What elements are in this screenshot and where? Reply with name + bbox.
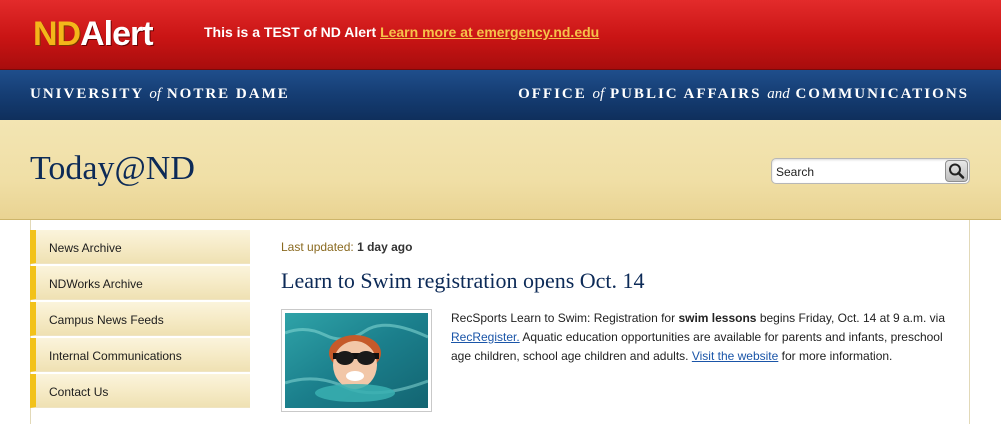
- alert-bar: NDAlert This is a TEST of ND Alert Learn…: [0, 0, 1001, 70]
- search-input[interactable]: [776, 163, 941, 181]
- sidebar-item-contact-us[interactable]: Contact Us: [30, 374, 250, 408]
- sidebar-nav: News Archive NDWorks Archive Campus News…: [30, 230, 250, 410]
- sidebar-item-ndworks-archive[interactable]: NDWorks Archive: [30, 266, 250, 300]
- swimmer-photo: [285, 313, 428, 408]
- wordmark-communications: COMMUNICATIONS: [795, 86, 969, 102]
- wordmark-public-affairs: PUBLIC AFFAIRS: [609, 86, 762, 102]
- site-header: Today@ND: [0, 120, 1001, 220]
- last-updated: Last updated: 1 day ago: [281, 240, 961, 254]
- sidebar-item-label: Campus News Feeds: [49, 313, 164, 327]
- recregister-link[interactable]: RecRegister.: [451, 330, 520, 344]
- sidebar-item-label: Internal Communications: [49, 349, 182, 363]
- magnifier-icon: [949, 163, 965, 179]
- ndalert-logo: NDAlert: [33, 14, 154, 54]
- wordmark-and: and: [767, 86, 790, 102]
- sidebar-item-news-archive[interactable]: News Archive: [30, 230, 250, 264]
- last-updated-value: 1 day ago: [357, 240, 413, 254]
- wordmark-office-of: of: [592, 86, 605, 102]
- sidebar-item-campus-news-feeds[interactable]: Campus News Feeds: [30, 302, 250, 336]
- site-title[interactable]: Today@ND: [30, 150, 195, 188]
- story-text-2: begins Friday, Oct. 14 at 9 a.m. via: [756, 311, 946, 325]
- university-wordmark[interactable]: UNIVERSITY of NOTRE DAME: [30, 86, 290, 103]
- alert-message-text: This is a TEST of ND Alert: [204, 24, 377, 40]
- story-body: RecSports Learn to Swim: Registration fo…: [451, 309, 951, 366]
- wordmark-of: of: [149, 86, 162, 102]
- story-text-1: RecSports Learn to Swim: Registration fo…: [451, 311, 679, 325]
- alert-learn-more-link[interactable]: Learn more at emergency.nd.edu: [380, 24, 599, 40]
- sidebar-item-label: News Archive: [49, 241, 122, 255]
- office-wordmark[interactable]: OFFICE of PUBLIC AFFAIRS and COMMUNICATI…: [518, 86, 969, 103]
- logo-alert-text: Alert: [80, 15, 153, 53]
- story-headline[interactable]: Learn to Swim registration opens Oct. 14: [281, 268, 961, 294]
- story-text-4: for more information.: [778, 349, 893, 363]
- search-box: [771, 158, 970, 184]
- logo-nd-text: ND: [33, 15, 81, 53]
- sidebar-item-label: NDWorks Archive: [49, 277, 143, 291]
- wordmark-notre-dame: NOTRE DAME: [166, 86, 290, 102]
- story-image[interactable]: [281, 309, 432, 412]
- story-text-bold: swim lessons: [678, 311, 757, 325]
- visit-website-link[interactable]: Visit the website: [692, 349, 779, 363]
- last-updated-label: Last updated:: [281, 240, 354, 254]
- alert-message: This is a TEST of ND Alert Learn more at…: [204, 24, 599, 40]
- identity-bar: UNIVERSITY of NOTRE DAME OFFICE of PUBLI…: [0, 70, 1001, 120]
- wordmark-university: UNIVERSITY: [30, 86, 144, 102]
- sidebar-item-label: Contact Us: [49, 385, 109, 399]
- wordmark-office: OFFICE: [518, 86, 587, 102]
- sidebar-item-internal-communications[interactable]: Internal Communications: [30, 338, 250, 372]
- search-button[interactable]: [945, 160, 968, 182]
- main-content: Last updated: 1 day ago Learn to Swim re…: [281, 240, 961, 412]
